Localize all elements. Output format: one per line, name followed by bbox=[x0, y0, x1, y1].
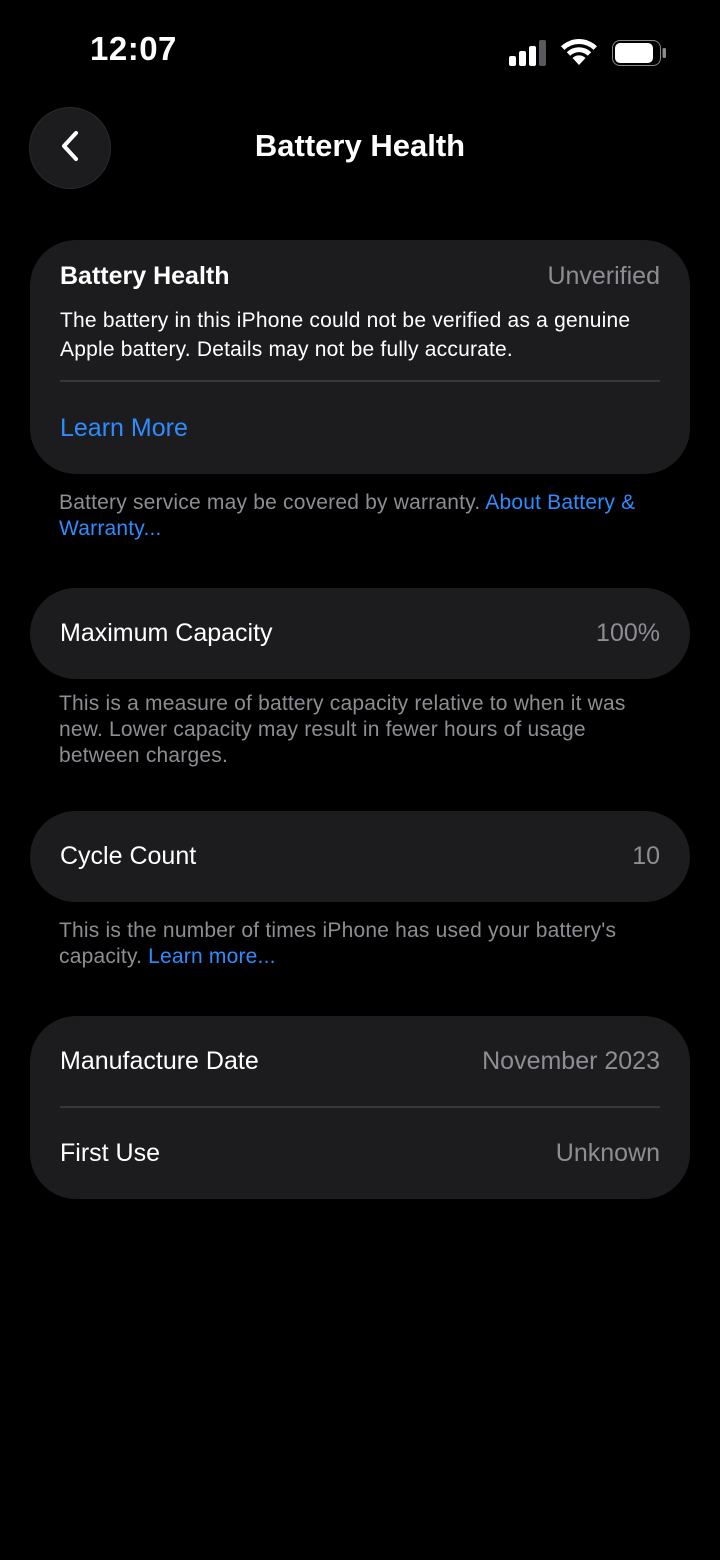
first-use-value: Unknown bbox=[555, 1139, 660, 1167]
battery-health-description: The battery in this iPhone could not be … bbox=[60, 309, 631, 361]
battery-icon bbox=[612, 40, 668, 71]
manufacture-date-label: Manufacture Date bbox=[60, 1047, 259, 1075]
cycle-count-label: Cycle Count bbox=[60, 842, 197, 870]
wifi-icon bbox=[560, 38, 598, 71]
cycle-count-note-text: This is the number of times iPhone has u… bbox=[59, 919, 617, 968]
first-use-label: First Use bbox=[60, 1139, 160, 1167]
maximum-capacity-card: Maximum Capacity 100% bbox=[30, 588, 690, 679]
maximum-capacity-label: Maximum Capacity bbox=[60, 619, 273, 647]
capacity-note: This is a measure of battery capacity re… bbox=[59, 692, 626, 767]
first-use-row: First Use Unknown bbox=[60, 1108, 660, 1199]
maximum-capacity-row: Maximum Capacity 100% bbox=[60, 588, 660, 679]
warranty-note: Battery service may be covered by warran… bbox=[59, 490, 659, 542]
warranty-note-text: Battery service may be covered by warran… bbox=[59, 491, 486, 514]
cycle-count-row: Cycle Count 10 bbox=[60, 811, 660, 902]
battery-health-label: Battery Health bbox=[60, 262, 230, 290]
cellular-signal-icon bbox=[509, 40, 549, 71]
status-time: 12:07 bbox=[90, 30, 177, 67]
cycle-count-value: 10 bbox=[632, 842, 660, 870]
page-title: Battery Health bbox=[254, 128, 466, 163]
cycle-count-card: Cycle Count 10 bbox=[30, 811, 690, 902]
status-bar: 12:07 bbox=[0, 0, 720, 100]
cycle-count-note: This is the number of times iPhone has u… bbox=[59, 918, 659, 970]
cycle-count-learn-more-link[interactable]: Learn more... bbox=[148, 945, 276, 968]
divider bbox=[60, 380, 660, 382]
learn-more-link[interactable]: Learn More bbox=[60, 414, 188, 443]
battery-health-status: Unverified bbox=[547, 262, 660, 290]
manufacture-date-value: November 2023 bbox=[482, 1047, 660, 1075]
battery-health-card: Battery Health Unverified The battery in… bbox=[30, 240, 690, 474]
maximum-capacity-value: 100% bbox=[596, 619, 660, 647]
manufacture-date-row: Manufacture Date November 2023 bbox=[60, 1016, 660, 1107]
dates-card: Manufacture Date November 2023 First Use… bbox=[30, 1016, 690, 1199]
battery-health-row: Battery Health Unverified bbox=[60, 262, 660, 291]
